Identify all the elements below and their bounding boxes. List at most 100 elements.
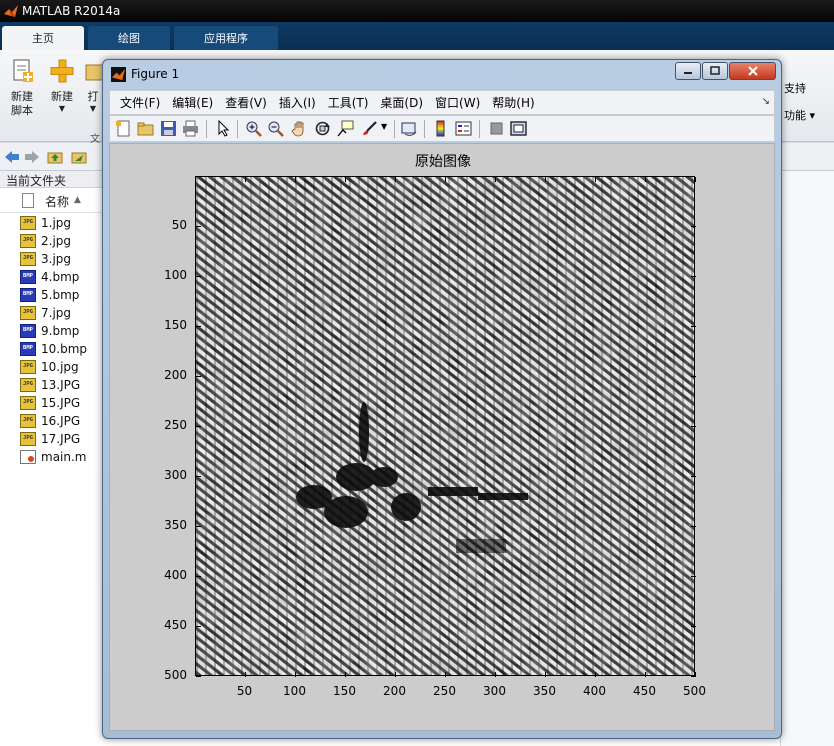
file-list-item[interactable]: BMP 5.bmp (20, 286, 87, 304)
jpg-file-icon: JPG (20, 396, 36, 410)
m-file-icon (20, 450, 36, 464)
chevron-down-icon[interactable]: ▼ (381, 122, 387, 131)
rotate-3d-icon[interactable] (314, 120, 331, 137)
open-file-icon[interactable] (137, 120, 154, 137)
colorbar-icon[interactable] (432, 120, 449, 137)
new-script-button[interactable]: 新建 脚本 (2, 58, 42, 118)
file-list-item[interactable]: main.m (20, 448, 87, 466)
x-tick-label: 500 (683, 684, 706, 698)
image-axes[interactable] (195, 176, 695, 676)
close-button[interactable] (729, 62, 776, 80)
maximize-icon (710, 66, 720, 75)
jpg-file-icon: JPG (20, 306, 36, 320)
y-tick-mark (691, 275, 696, 277)
dock-arrow-icon[interactable]: ↘ (762, 96, 770, 107)
show-plot-tools-icon[interactable] (510, 120, 527, 137)
x-tick-mark (494, 177, 496, 182)
save-icon[interactable] (160, 120, 177, 137)
file-name: 10.jpg (41, 360, 79, 374)
x-tick-label: 350 (533, 684, 556, 698)
x-tick-mark (694, 672, 696, 677)
figure-canvas: 原始图像 50 100 150 200 250 300 350 400 450 … (109, 143, 775, 731)
matlab-logo-icon (4, 5, 18, 17)
brush-icon[interactable] (361, 120, 378, 137)
chevron-down-icon: ▼ (58, 104, 66, 113)
file-list-item[interactable]: BMP 4.bmp (20, 268, 87, 286)
link-plot-icon[interactable] (401, 120, 418, 137)
new-figure-icon[interactable] (115, 120, 132, 137)
features-label[interactable]: 功能 ▾ (784, 107, 815, 123)
y-tick-mark (691, 425, 696, 427)
minimize-icon (684, 72, 692, 74)
tab-apps[interactable]: 应用程序 (174, 26, 278, 50)
y-tick-label: 500 (164, 667, 187, 682)
maximize-button[interactable] (702, 62, 728, 80)
x-tick-label: 100 (283, 684, 306, 698)
data-cursor-icon[interactable] (337, 120, 354, 137)
x-tick-mark (544, 177, 546, 182)
file-list-item[interactable]: JPG 1.jpg (20, 214, 87, 232)
main-window-title: MATLAB R2014a (22, 4, 121, 18)
file-list-item[interactable]: JPG 16.JPG (20, 412, 87, 430)
y-tick-mark (691, 225, 696, 227)
tab-plots[interactable]: 绘图 (88, 26, 170, 50)
menu-item[interactable]: 查看(V) (225, 94, 267, 111)
hide-plot-tools-icon[interactable] (488, 120, 505, 137)
zoom-in-icon[interactable] (245, 120, 262, 137)
y-tick-label: 450 (164, 617, 187, 632)
tab-home[interactable]: 主页 (2, 26, 84, 50)
menu-item[interactable]: 桌面(D) (380, 94, 423, 111)
open-button[interactable]: 打 ▼ (82, 58, 104, 113)
jpg-file-icon: JPG (20, 360, 36, 374)
file-list-item[interactable]: JPG 3.jpg (20, 250, 87, 268)
y-tick-label: 150 (164, 317, 187, 332)
y-tick-label: 350 (164, 517, 187, 532)
browse-folder-icon[interactable] (71, 149, 87, 165)
file-list-item[interactable]: BMP 9.bmp (20, 322, 87, 340)
legend-icon[interactable] (455, 120, 472, 137)
file-list-item[interactable]: JPG 17.JPG (20, 430, 87, 448)
y-tick-mark (196, 625, 201, 627)
zoom-out-icon[interactable] (267, 120, 284, 137)
file-list-item[interactable]: JPG 7.jpg (20, 304, 87, 322)
menu-item[interactable]: 窗口(W) (435, 94, 480, 111)
new-label: 新建 (51, 90, 73, 103)
pointer-icon[interactable] (215, 120, 232, 137)
file-list-item[interactable]: JPG 15.JPG (20, 394, 87, 412)
forward-arrow-icon[interactable] (24, 149, 40, 165)
menu-item[interactable]: 文件(F) (120, 94, 160, 111)
y-tick-mark (196, 425, 201, 427)
print-icon[interactable] (182, 120, 199, 137)
menu-item[interactable]: 编辑(E) (172, 94, 213, 111)
figure-titlebar[interactable]: Figure 1 (103, 60, 781, 87)
up-folder-icon[interactable] (47, 149, 63, 165)
y-tick-mark (691, 525, 696, 527)
file-list-item[interactable]: JPG 10.jpg (20, 358, 87, 376)
figure-toolbar: ▼ (109, 116, 775, 142)
toolbar-separator (206, 120, 207, 138)
x-tick-mark (294, 177, 296, 182)
x-tick-mark (494, 672, 496, 677)
file-list-item[interactable]: JPG 13.JPG (20, 376, 87, 394)
x-tick-mark (244, 177, 246, 182)
pan-hand-icon[interactable] (291, 120, 308, 137)
x-tick-mark (694, 177, 696, 182)
x-tick-mark (394, 672, 396, 677)
back-arrow-icon[interactable] (4, 149, 20, 165)
x-tick-label: 50 (236, 684, 253, 698)
new-plus-icon (50, 59, 74, 83)
new-button[interactable]: 新建 ▼ (42, 58, 82, 113)
file-list-item[interactable]: JPG 2.jpg (20, 232, 87, 250)
menu-item[interactable]: 工具(T) (328, 94, 369, 111)
minimize-button[interactable] (675, 62, 701, 80)
sort-ascending-icon: ▲ (74, 195, 81, 205)
menu-item[interactable]: 帮助(H) (492, 94, 534, 111)
jpg-file-icon: JPG (20, 378, 36, 392)
jpg-file-icon: JPG (20, 234, 36, 248)
main-window-titlebar: MATLAB R2014a (0, 0, 834, 22)
menu-item[interactable]: 插入(I) (279, 94, 316, 111)
close-icon (747, 66, 758, 76)
file-list-item[interactable]: BMP 10.bmp (20, 340, 87, 358)
open-label: 打 (87, 90, 99, 103)
x-tick-label: 150 (333, 684, 356, 698)
